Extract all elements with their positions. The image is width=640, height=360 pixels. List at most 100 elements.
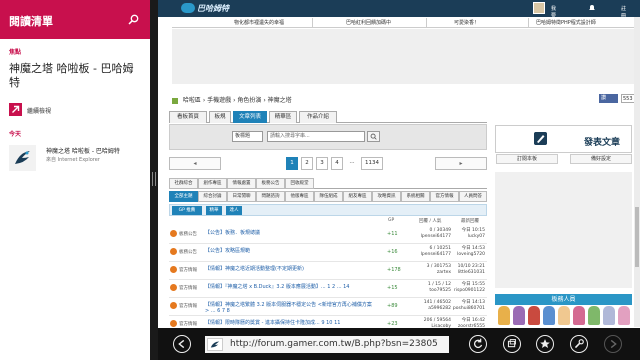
avatar[interactable] <box>513 306 525 325</box>
column-header: GP <box>388 218 395 223</box>
page-ellipsis: ... <box>346 157 358 170</box>
avatar[interactable] <box>543 306 555 325</box>
board-search: 板標題 請輸入搜尋字串... <box>169 124 487 150</box>
avatar[interactable] <box>558 306 570 325</box>
category-tab[interactable]: 日常閒聊 <box>227 191 256 202</box>
tab-rules[interactable]: 板規 <box>209 111 231 123</box>
category-tab[interactable]: 社群綜合 <box>169 178 198 189</box>
page-number[interactable]: 4 <box>331 157 343 170</box>
divider <box>528 18 529 27</box>
back-icon[interactable] <box>173 335 191 353</box>
featured-filter-button[interactable]: 精華 <box>206 206 222 215</box>
table-row[interactable]: 板務公告 【公告】板務．板規總議 +11 0 / 30349 lpensei641… <box>169 226 487 244</box>
table-row[interactable]: 官方情報 【情報】『神魔之塔 x B.Duck』3.2 版本應展活動】... 1… <box>169 280 487 298</box>
page-number[interactable]: 2 <box>301 157 313 170</box>
breadcrumb-item[interactable]: 哈啦區 <box>183 97 201 104</box>
today-label: 今天 <box>9 131 22 138</box>
refresh-icon[interactable] <box>469 335 487 353</box>
forward-icon[interactable] <box>604 335 622 353</box>
home-icon <box>172 97 178 104</box>
avatar[interactable] <box>533 2 545 14</box>
list-item[interactable]: 神魔之塔 哈啦板 - 巴哈姆特 來自 Internet Explorer <box>9 143 147 173</box>
avatar[interactable] <box>618 306 630 325</box>
tab-featured[interactable]: 精華區 <box>269 111 297 123</box>
news-link[interactable]: 可愛染香！ <box>454 19 479 26</box>
news-link[interactable]: 巴哈姆特徵PHP程式設計師 <box>536 19 596 26</box>
favorite-icon[interactable] <box>536 335 554 353</box>
table-row[interactable]: 官方情報 【情報】神魔之塔繁體 3.2 版本伺服器不穩定公告 <新增官方再心補償… <box>169 298 487 316</box>
category-tab[interactable]: 全部主題 <box>169 191 198 202</box>
tools-icon[interactable] <box>570 335 588 353</box>
subscribe-button[interactable]: 訂閱本板 <box>496 154 558 164</box>
page-number[interactable]: 1134 <box>361 157 383 170</box>
focus-article-title[interactable]: 神魔之塔 哈啦板 - 巴哈姆特 <box>9 62 144 90</box>
category-tab[interactable]: 創作專區 <box>198 178 227 189</box>
topic-icon <box>170 248 177 255</box>
category-tab[interactable]: 綜合討論 <box>198 191 227 202</box>
tab-article-list[interactable]: 文章列表 <box>233 111 267 123</box>
topic-gp: +89 <box>387 303 398 309</box>
category-tab[interactable]: 組友專區 <box>343 191 372 202</box>
topic-title[interactable]: 【情報】神魔之塔繁體 3.2 版本伺服器不穩定公告 <新增官方再心補償方案> .… <box>205 302 375 314</box>
page-number[interactable]: 3 <box>316 157 328 170</box>
avatar[interactable] <box>573 306 585 325</box>
tab-board-home[interactable]: 看板首頁 <box>169 111 207 123</box>
search-input[interactable]: 請輸入搜尋字串... <box>267 131 365 142</box>
breadcrumb: 哈啦區 › 手機遊戲 › 角色扮演 › 神魔之塔 <box>172 95 292 104</box>
category-tab[interactable]: 板務公告 <box>256 178 285 189</box>
news-link[interactable]: 物化都市裡遺失的幸福 <box>234 19 284 26</box>
avatar[interactable] <box>603 306 615 325</box>
address-bar[interactable]: http://forum.gamer.com.tw/B.php?bsn=2380… <box>205 336 449 353</box>
topic-title[interactable]: 【公告】板務．板規總議 <box>205 230 375 236</box>
pagination: ◂ 1 2 3 4 ... 1134 ▸ <box>169 155 487 171</box>
settings-button[interactable]: 備好設定 <box>570 154 632 164</box>
reply-count: 141 / 46502 a5996282 <box>423 300 451 311</box>
topic-title[interactable]: 【情報】神魔之塔近期活動整理(不定期更新) <box>205 266 375 272</box>
category-tab[interactable]: 情報處置 <box>227 178 256 189</box>
news-link[interactable]: 巴哈紅利回饋加碼中 <box>346 19 391 26</box>
topic-title[interactable]: 【公告】攻略區規範 <box>205 248 375 254</box>
next-page-button[interactable]: ▸ <box>435 157 487 170</box>
search-icon[interactable] <box>128 14 139 25</box>
category-tab[interactable]: 隊伍組成 <box>314 191 343 202</box>
topic-icon <box>170 266 177 273</box>
tab-works[interactable]: 作品介紹 <box>299 111 337 123</box>
search-scope-select[interactable]: 板標題 <box>232 131 263 142</box>
post-article-button[interactable]: 發表文章 <box>495 125 632 153</box>
grip-handle[interactable] <box>152 172 156 186</box>
page-scrollbar[interactable] <box>634 17 640 327</box>
url-text: http://forum.gamer.com.tw/B.php?bsn=2380… <box>230 339 438 349</box>
split-divider[interactable] <box>150 0 158 360</box>
category-tab[interactable]: 他版專區 <box>285 191 314 202</box>
expert-filter-button[interactable]: 達人 <box>226 206 242 215</box>
search-icon[interactable] <box>367 131 380 142</box>
like-button[interactable]: 讚 <box>599 94 618 103</box>
scrollbar-thumb[interactable] <box>635 207 639 267</box>
prev-page-button[interactable]: ◂ <box>169 157 221 170</box>
page-number[interactable]: 1 <box>286 157 298 170</box>
avatar[interactable] <box>588 306 600 325</box>
breadcrumb-item[interactable]: 神魔之塔 <box>268 97 292 104</box>
news-ticker: 物化都市裡遺失的幸福 巴哈紅利回饋加碼中 可愛染香！ 巴哈姆特徵PHP程式設計師 <box>172 17 640 28</box>
continue-reading-button[interactable]: 繼續檢視 <box>9 103 144 117</box>
category-tab[interactable]: 人員問答 <box>459 191 487 202</box>
table-row[interactable]: 官方情報 【情報】神魔之塔近期活動整理(不定期更新) +178 3 / 3017… <box>169 262 487 280</box>
category-tab[interactable]: 回收殿堂 <box>285 178 314 189</box>
category-tab[interactable]: 官方情報 <box>430 191 459 202</box>
topic-title[interactable]: 【情報】『神魔之塔 x B.Duck』3.2 版本應展活動】... 1 2 ..… <box>205 284 375 290</box>
table-row[interactable]: 板務公告 【公告】攻略區規範 +16 6 / 10251 lpensei64177… <box>169 244 487 262</box>
avatar[interactable] <box>528 306 540 325</box>
divider <box>426 18 427 27</box>
avatar[interactable] <box>498 306 510 325</box>
breadcrumb-item[interactable]: 角色扮演 <box>237 97 261 104</box>
site-favicon <box>207 338 223 351</box>
bell-icon[interactable] <box>588 4 596 12</box>
breadcrumb-item[interactable]: 手機遊戲 <box>207 97 231 104</box>
category-tab[interactable]: 攻略資訊 <box>372 191 401 202</box>
site-logo[interactable]: 巴哈姆特 <box>181 2 243 14</box>
tabs-icon[interactable] <box>503 335 521 353</box>
topic-title[interactable]: 【情報】限時隊曆的獎賞 - 進本攝保持住卡隆加成... 9 10 11 <box>205 320 375 326</box>
gp-filter-button[interactable]: GP 推薦 <box>172 206 202 215</box>
category-tab[interactable]: 系統相關 <box>401 191 430 202</box>
category-tab[interactable]: 問題諮詢 <box>256 191 285 202</box>
